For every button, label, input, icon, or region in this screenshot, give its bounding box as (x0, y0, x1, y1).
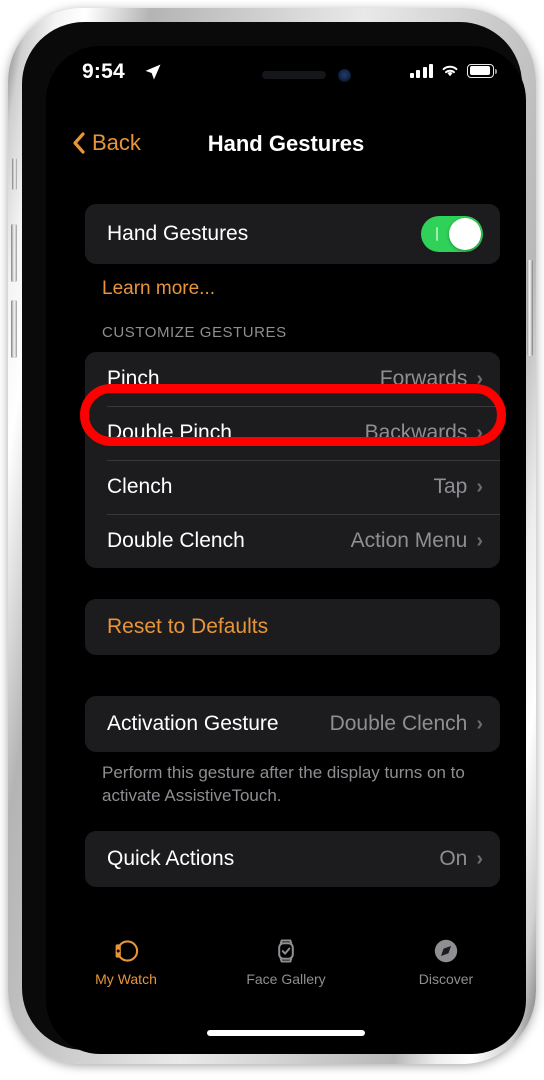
chevron-right-icon: › (476, 422, 483, 444)
tab-face-gallery-label: Face Gallery (246, 971, 326, 987)
settings-content: Hand Gestures Learn more... CUSTOMIZE GE… (46, 196, 526, 936)
phone-bezel: 9:54 Back Hand Gestures Hand Gestures Le… (22, 22, 526, 1054)
row-pinch-value: Forwards (379, 367, 468, 390)
row-reset-to-defaults[interactable]: Reset to Defaults (85, 599, 500, 655)
mute-switch-button[interactable] (12, 158, 17, 190)
row-activation-gesture-value: Double Clench (329, 712, 468, 735)
reset-to-defaults-card: Reset to Defaults (85, 599, 500, 655)
row-pinch[interactable]: Pinch Forwards › (85, 352, 500, 406)
row-double-pinch-value: Backwards (364, 421, 468, 444)
power-button[interactable] (527, 260, 533, 356)
chevron-right-icon: › (476, 530, 483, 552)
battery-full-icon (467, 63, 497, 78)
status-indicators (409, 63, 497, 78)
row-hand-gestures[interactable]: Hand Gestures (85, 204, 500, 264)
chevron-right-icon: › (476, 476, 483, 498)
chevron-right-icon: › (476, 848, 483, 870)
row-quick-actions-label: Quick Actions (107, 847, 235, 870)
row-pinch-label: Pinch (107, 367, 160, 390)
quick-actions-card: Quick Actions On › (85, 831, 500, 887)
row-double-pinch-label: Double Pinch (107, 421, 232, 444)
page-title: Hand Gestures (207, 131, 365, 156)
row-clench-value: Tap (433, 475, 468, 498)
compass-icon (434, 939, 458, 963)
wifi-icon (442, 65, 458, 77)
section-header-customize-gestures: CUSTOMIZE GESTURES (102, 324, 287, 341)
watch-side-icon (115, 940, 139, 962)
row-double-clench-label: Double Clench (107, 529, 245, 552)
phone-frame: 9:54 Back Hand Gestures Hand Gestures Le… (8, 8, 536, 1064)
row-double-clench-value: Action Menu (350, 529, 468, 552)
activation-gesture-card: Activation Gesture Double Clench › (85, 696, 500, 752)
tab-bar: My Watch Face Gallery Discover (46, 936, 526, 998)
status-time: 9:54 (82, 60, 125, 83)
hand-gestures-toggle-card: Hand Gestures (85, 204, 500, 264)
row-activation-gesture[interactable]: Activation Gesture Double Clench › (85, 696, 500, 752)
row-clench-label: Clench (107, 475, 173, 498)
volume-up-button[interactable] (11, 224, 17, 282)
watch-face-icon (278, 939, 294, 963)
row-double-pinch[interactable]: Double Pinch Backwards › (85, 406, 500, 460)
home-indicator[interactable] (207, 1030, 365, 1036)
row-double-clench[interactable]: Double Clench Action Menu › (85, 514, 500, 568)
phone-screen: 9:54 Back Hand Gestures Hand Gestures Le… (46, 46, 526, 1054)
customize-gestures-card: Pinch Forwards › Double Pinch Backwards … (85, 352, 500, 568)
row-quick-actions[interactable]: Quick Actions On › (85, 831, 500, 887)
tab-my-watch[interactable]: My Watch (46, 936, 206, 998)
location-arrow-icon (144, 63, 162, 86)
activation-gesture-footer-text: Perform this gesture after the display t… (102, 763, 465, 805)
front-camera-icon (338, 69, 351, 82)
earpiece-speaker-icon (262, 71, 326, 79)
tab-my-watch-label: My Watch (95, 971, 157, 987)
chevron-right-icon: › (476, 713, 483, 735)
tab-discover[interactable]: Discover (366, 936, 526, 998)
row-activation-gesture-label: Activation Gesture (107, 712, 279, 735)
row-hand-gestures-label: Hand Gestures (107, 222, 249, 245)
row-quick-actions-value: On (439, 847, 468, 870)
hand-gestures-toggle[interactable] (421, 216, 483, 252)
row-clench[interactable]: Clench Tap › (85, 460, 500, 514)
chevron-right-icon: › (476, 368, 483, 390)
tab-discover-label: Discover (418, 971, 474, 987)
navigation-bar: Back Hand Gestures (46, 124, 526, 172)
learn-more-link[interactable]: Learn more... (102, 278, 215, 300)
reset-to-defaults-label: Reset to Defaults (107, 615, 269, 638)
cellular-bars-icon (409, 63, 433, 78)
tab-face-gallery[interactable]: Face Gallery (206, 936, 366, 998)
volume-down-button[interactable] (11, 300, 17, 358)
